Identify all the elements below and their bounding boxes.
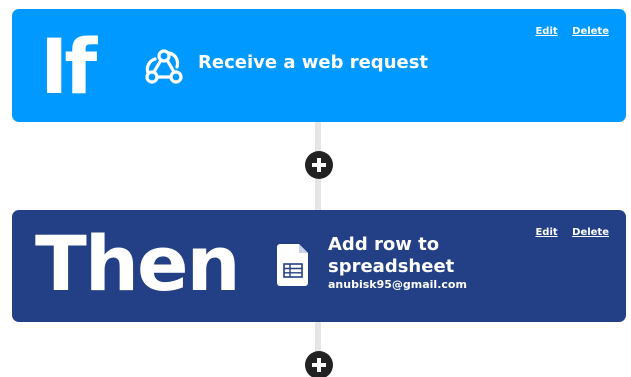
- trigger-title: Receive a web request: [198, 52, 429, 73]
- plus-icon: [312, 358, 326, 372]
- edit-action-link[interactable]: Edit: [535, 227, 557, 238]
- then-keyword: Then: [35, 219, 241, 308]
- add-step-button[interactable]: [305, 351, 333, 377]
- action-title: Add row to spreadsheet: [328, 234, 455, 277]
- delete-action-link[interactable]: Delete: [572, 227, 609, 238]
- delete-trigger-link[interactable]: Delete: [572, 26, 609, 37]
- action-card-links: Edit Delete: [524, 227, 609, 238]
- action-card[interactable]: Then Add row to spreadsheet anubisk95@gm…: [12, 210, 626, 322]
- if-keyword: If: [40, 22, 97, 111]
- webhook-icon: [142, 45, 186, 93]
- action-account: anubisk95@gmail.com: [328, 278, 467, 291]
- edit-trigger-link[interactable]: Edit: [535, 26, 557, 37]
- plus-icon: [312, 158, 326, 172]
- add-step-button[interactable]: [305, 151, 333, 179]
- trigger-card[interactable]: If Receive a web request Edit Delete: [12, 9, 626, 122]
- google-sheets-icon: [277, 244, 309, 290]
- applet-editor: If Receive a web request Edit Delete The…: [0, 0, 631, 377]
- trigger-card-links: Edit Delete: [524, 26, 609, 37]
